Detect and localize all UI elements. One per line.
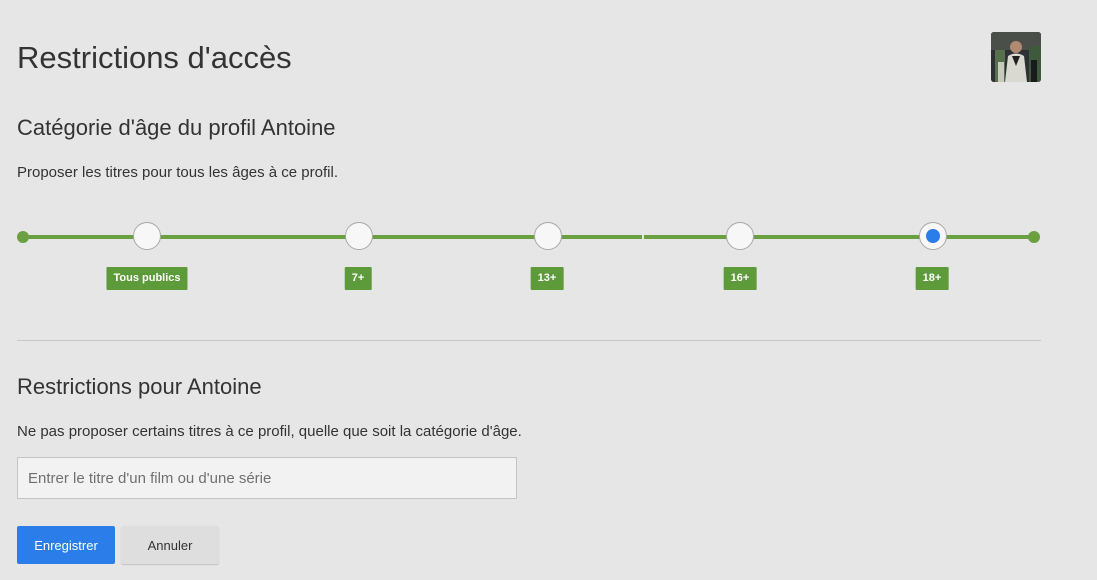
restrictions-section-title: Restrictions pour Antoine	[17, 374, 262, 399]
maturity-badge-18: 18+	[915, 267, 949, 290]
title-search-input[interactable]	[17, 457, 517, 499]
track-gap	[642, 235, 644, 239]
maturity-section-title: Catégorie d'âge du profil Antoine	[17, 115, 336, 140]
page-title: Restrictions d'accès	[17, 40, 292, 75]
avatar[interactable]	[991, 32, 1041, 82]
restrictions-description: Ne pas proposer certains titres à ce pro…	[17, 423, 522, 440]
maturity-stop-all[interactable]	[133, 222, 161, 250]
maturity-description: Proposer les titres pour tous les âges à…	[17, 164, 338, 181]
maturity-badge-7: 7+	[344, 267, 372, 290]
maturity-stop-7[interactable]	[345, 222, 373, 250]
slider-end-dot	[1028, 231, 1040, 243]
cancel-button[interactable]: Annuler	[121, 526, 219, 564]
page: Restrictions d'accès Catégorie d'âge du …	[0, 0, 1097, 580]
maturity-badge-16: 16+	[723, 267, 757, 290]
section-divider	[17, 340, 1041, 341]
save-button[interactable]: Enregistrer	[17, 526, 115, 564]
profile-photo-icon	[991, 32, 1041, 82]
maturity-stop-18[interactable]	[919, 222, 947, 250]
maturity-stop-13[interactable]	[534, 222, 562, 250]
slider-track	[23, 235, 1035, 239]
maturity-stop-16[interactable]	[726, 222, 754, 250]
slider-start-dot	[17, 231, 29, 243]
maturity-badge-13: 13+	[530, 267, 564, 290]
maturity-badge-all: Tous publics	[106, 267, 188, 290]
maturity-slider[interactable]: Tous publics 7+ 13+ 16+ 18+	[17, 215, 1047, 295]
